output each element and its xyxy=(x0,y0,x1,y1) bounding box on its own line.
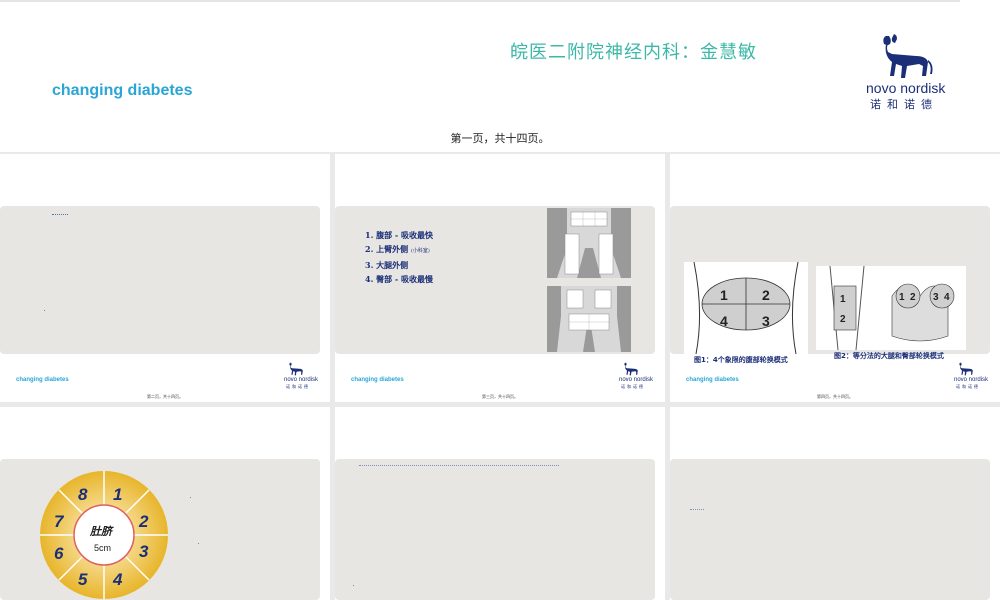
svg-text:1: 1 xyxy=(720,287,728,303)
svg-text:5: 5 xyxy=(78,570,88,589)
slide-content-area xyxy=(0,206,320,354)
dot-mark xyxy=(353,585,354,586)
svg-text:6: 6 xyxy=(54,544,64,563)
brand-text-small: changing diabetes xyxy=(16,377,69,383)
svg-text:3: 3 xyxy=(933,292,939,303)
figure-caption-1: 图1：4个象限的腹部轮换模式 xyxy=(694,356,788,364)
list-item: 1. 腹部 - 吸收最快 xyxy=(365,230,434,240)
figure-caption-2: 图2：等分法的大腿和臀部轮换模式 xyxy=(834,352,944,360)
list-item: 3. 大腿外侧 xyxy=(365,260,409,270)
svg-text:4: 4 xyxy=(112,570,123,589)
dot-mark xyxy=(190,497,191,498)
thumbnail-page-5[interactable]: 1 2 3 4 5 6 7 8 肚脐 5cm xyxy=(0,407,330,600)
thigh-buttock-diagram: 121 2 3 4 xyxy=(816,266,966,350)
list-item: 4. 臀部 - 吸收最慢 xyxy=(365,274,434,284)
logo-cn-text: 诺和诺德 xyxy=(870,98,938,111)
thumbnail-page-3[interactable]: 1. 腹部 - 吸收最快 2. 上臂外侧 (小科室) 3. 大腿外侧 4. 臀部… xyxy=(335,154,665,402)
front-body-diagram xyxy=(547,208,631,278)
abdomen-quadrant-diagram: 1 2 4 3 xyxy=(684,262,808,354)
text-line xyxy=(359,465,559,466)
thumbnail-page-4[interactable]: 1243 121234 图1：4个象限的腹部轮换模式 图2：等分法的大腿和臀部轮… xyxy=(670,154,1000,402)
slide-content-area xyxy=(670,459,990,600)
dot-mark xyxy=(198,543,199,544)
injection-site-list: 1. 腹部 - 吸收最快 2. 上臂外侧 (小科室) 3. 大腿外侧 4. 臀部… xyxy=(365,228,433,286)
brand-text-small: changing diabetes xyxy=(686,377,739,383)
top-divider xyxy=(0,0,960,2)
page-label: 第一页，共十四页。 xyxy=(450,132,550,145)
brand-text-small: changing diabetes xyxy=(351,377,404,383)
svg-text:2: 2 xyxy=(910,292,916,303)
svg-text:2: 2 xyxy=(840,314,846,325)
navel-label: 肚脐 xyxy=(89,525,114,538)
main-slide: 皖医二附院神经内科：金慧敏 changing diabetes novo nor… xyxy=(0,0,1000,152)
logo-text-small: novo nordisk xyxy=(284,377,319,383)
svg-text:1: 1 xyxy=(899,292,905,303)
thumbnail-page-2[interactable]: changing diabetes novo nordisk 诺和诺德 第二页，… xyxy=(0,154,330,402)
page-label: 第四页，共十四页。 xyxy=(817,394,853,399)
text-line xyxy=(690,509,704,510)
svg-text:2: 2 xyxy=(762,287,770,303)
thumbnail-page-6[interactable] xyxy=(335,407,665,600)
hospital-title: 皖医二附院神经内科：金慧敏 xyxy=(510,42,757,63)
dotted-mark xyxy=(52,214,68,215)
svg-text:4: 4 xyxy=(944,292,950,303)
logo-text-small: novo nordisk xyxy=(619,377,654,383)
slide-content-area xyxy=(335,459,655,600)
svg-text:2: 2 xyxy=(138,512,149,531)
svg-text:3: 3 xyxy=(139,542,149,561)
rotation-wheel-diagram: 1 2 3 4 5 6 7 8 肚脐 5cm xyxy=(40,471,168,599)
page-label: 第二页，共十四页。 xyxy=(147,394,183,399)
back-body-diagram xyxy=(547,286,631,352)
page-label: 第三页，共十四页。 xyxy=(482,394,518,399)
thumbnail-page-7[interactable] xyxy=(670,407,1000,600)
svg-text:1: 1 xyxy=(840,294,846,305)
svg-text:4: 4 xyxy=(720,313,728,329)
wheel-number-1: 1 xyxy=(113,485,122,504)
list-item: 2. 上臂外侧 (小科室) xyxy=(365,244,430,254)
logo-cn-small: 诺和诺德 xyxy=(286,384,310,389)
svg-text:3: 3 xyxy=(762,313,770,329)
dot-mark xyxy=(44,310,45,311)
logo-cn-small: 诺和诺德 xyxy=(621,384,645,389)
brand-text: changing diabetes xyxy=(52,82,193,99)
logo-cn-small: 诺和诺德 xyxy=(956,384,980,389)
distance-label: 5cm xyxy=(94,543,111,553)
svg-text:7: 7 xyxy=(54,512,65,531)
svg-text:8: 8 xyxy=(78,485,88,504)
logo-text-small: novo nordisk xyxy=(954,377,989,383)
logo-text: novo nordisk xyxy=(866,80,946,96)
